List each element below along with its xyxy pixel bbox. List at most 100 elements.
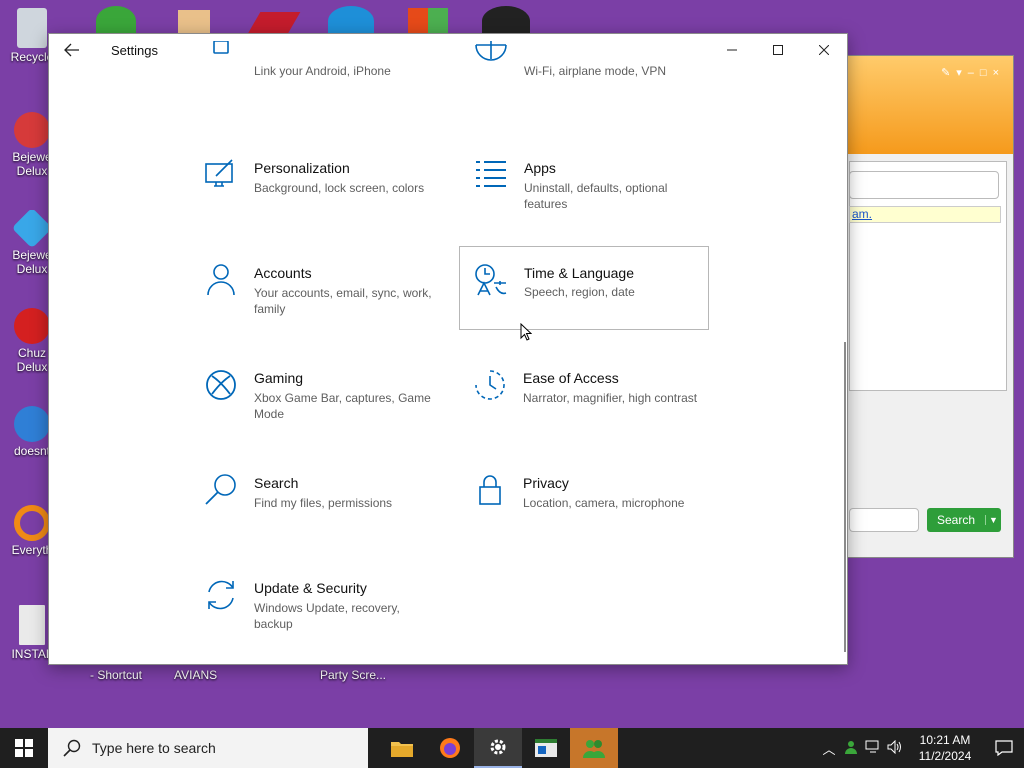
users-icon[interactable] bbox=[96, 6, 136, 36]
tile-description: Speech, region, date bbox=[524, 285, 635, 299]
app-icon[interactable] bbox=[247, 12, 301, 34]
taskbar-search-box[interactable]: Type here to search bbox=[48, 728, 368, 768]
tile-description: Location, camera, microphone bbox=[523, 496, 685, 510]
taskbar-app[interactable] bbox=[522, 728, 570, 768]
text-file-icon bbox=[19, 605, 45, 645]
folder-icon bbox=[391, 742, 413, 757]
desktop-icon-label: Everyth bbox=[11, 543, 53, 557]
back-button[interactable] bbox=[49, 34, 95, 66]
search-icon bbox=[204, 473, 238, 507]
personalization-icon bbox=[204, 158, 238, 192]
scrollbar[interactable] bbox=[844, 342, 846, 652]
globe-icon bbox=[474, 41, 508, 75]
tile-privacy[interactable]: Privacy Location, camera, microphone bbox=[459, 463, 709, 547]
tile-description: Windows Update, recovery, backup bbox=[254, 601, 400, 631]
network-icon[interactable] bbox=[862, 740, 884, 757]
ease-of-access-icon bbox=[473, 368, 507, 402]
window-app-icon bbox=[535, 739, 557, 757]
volume-icon[interactable] bbox=[884, 739, 906, 757]
tile-title: Accounts bbox=[254, 265, 312, 281]
tile-network[interactable]: Wi-Fi, airplane mode, VPN bbox=[460, 34, 710, 115]
firefox-icon bbox=[440, 738, 460, 758]
tile-description: Xbox Game Bar, captures, Game Mode bbox=[254, 391, 431, 421]
tile-accounts[interactable]: Accounts Your accounts, email, sync, wor… bbox=[190, 253, 440, 337]
chuzzle-icon bbox=[14, 308, 50, 344]
minimize-button[interactable] bbox=[709, 34, 755, 66]
tile-title: Gaming bbox=[254, 370, 304, 386]
taskbar: Type here to search ︿ 10:21 AM 11/2/2024 bbox=[0, 728, 1024, 768]
tile-title: Time & Language bbox=[524, 265, 634, 281]
bejeweled-icon bbox=[14, 112, 50, 148]
tile-title: Ease of Access bbox=[523, 370, 619, 386]
app-search-input[interactable] bbox=[849, 508, 919, 532]
tile-description: Link your Android, iPhone bbox=[254, 64, 391, 78]
window-controls[interactable]: ✎▾–□× bbox=[941, 66, 1005, 79]
recycle-bin-icon bbox=[17, 8, 47, 48]
desktop-icon-label: Chuz Delux bbox=[16, 346, 48, 374]
tile-update-security[interactable]: Update & Security Windows Update, recove… bbox=[190, 568, 440, 652]
system-tray: ︿ 10:21 AM 11/2/2024 bbox=[818, 728, 1024, 768]
desktop-icon-label: AVIANS bbox=[174, 668, 218, 682]
arrow-left-icon bbox=[64, 43, 79, 57]
tile-gaming[interactable]: Gaming Xbox Game Bar, captures, Game Mod… bbox=[190, 358, 440, 442]
close-button[interactable] bbox=[801, 34, 847, 66]
tile-description: Wi-Fi, airplane mode, VPN bbox=[524, 64, 667, 78]
users-icon bbox=[583, 740, 605, 758]
close-icon bbox=[819, 45, 829, 55]
taskbar-users-app[interactable] bbox=[570, 728, 618, 768]
taskbar-firefox[interactable] bbox=[426, 728, 474, 768]
start-button[interactable] bbox=[0, 728, 48, 768]
window-title: Settings bbox=[111, 42, 158, 58]
maximize-button[interactable] bbox=[755, 34, 801, 66]
edge-icon[interactable] bbox=[328, 6, 374, 36]
chevron-up-icon[interactable]: ︿ bbox=[818, 739, 840, 758]
background-app-window[interactable]: ✎▾–□× am. Search ▼ bbox=[842, 55, 1014, 558]
users-tray-icon[interactable] bbox=[840, 740, 862, 757]
clock-time: 10:21 AM bbox=[919, 733, 971, 747]
clock[interactable]: 10:21 AM 11/2/2024 bbox=[906, 732, 984, 764]
taskbar-file-explorer[interactable] bbox=[378, 728, 426, 768]
everything-search-icon bbox=[14, 505, 50, 541]
desktop-icon-label: doesnt bbox=[13, 444, 51, 458]
refresh-icon bbox=[204, 578, 238, 612]
desktop-icon-label: Recycle bbox=[10, 50, 54, 64]
tile-description: Background, lock screen, colors bbox=[254, 181, 425, 195]
tile-phone[interactable]: Link your Android, iPhone bbox=[190, 34, 440, 115]
lock-icon bbox=[473, 473, 507, 507]
app-input[interactable] bbox=[849, 171, 999, 199]
app-icon[interactable] bbox=[408, 8, 448, 36]
desktop-icon-label: INSTAL bbox=[11, 647, 53, 661]
app-link[interactable]: am. bbox=[849, 206, 1001, 223]
app-icon bbox=[14, 406, 50, 442]
desktop-icon-label: Bejewe Delux bbox=[12, 150, 52, 178]
tile-search[interactable]: Search Find my files, permissions bbox=[190, 463, 440, 547]
search-placeholder: Type here to search bbox=[92, 740, 216, 756]
tile-ease-of-access[interactable]: Ease of Access Narrator, magnifier, high… bbox=[459, 358, 709, 442]
notification-icon bbox=[995, 740, 1013, 756]
mouse-cursor-icon bbox=[520, 323, 532, 341]
tile-title: Privacy bbox=[523, 475, 569, 491]
desktop-icon-label: - Shortcut bbox=[90, 668, 143, 682]
person-icon bbox=[204, 263, 238, 297]
time-language-icon bbox=[474, 263, 508, 297]
xbox-icon bbox=[204, 368, 238, 402]
chevron-down-icon[interactable]: ▼ bbox=[985, 515, 1001, 525]
tile-personalization[interactable]: Personalization Background, lock screen,… bbox=[190, 148, 440, 232]
notifications-button[interactable] bbox=[984, 740, 1024, 756]
apps-icon bbox=[474, 158, 508, 192]
phone-icon bbox=[204, 40, 238, 75]
tile-apps[interactable]: Apps Uninstall, defaults, optional featu… bbox=[460, 148, 710, 232]
desktop-icon-label: Party Scre... bbox=[320, 668, 387, 682]
tile-description: Your accounts, email, sync, work, family bbox=[254, 286, 432, 316]
search-button-label: Search bbox=[936, 513, 976, 527]
gear-icon bbox=[490, 739, 506, 755]
app-icon[interactable] bbox=[482, 6, 530, 36]
tile-title: Apps bbox=[524, 160, 556, 176]
tile-time-language[interactable]: Time & Language Speech, region, date bbox=[459, 246, 709, 330]
search-icon bbox=[63, 739, 81, 757]
app-search-button[interactable]: Search ▼ bbox=[927, 508, 1001, 532]
tile-description: Uninstall, defaults, optional features bbox=[524, 181, 668, 211]
taskbar-settings[interactable] bbox=[474, 728, 522, 768]
desktop-icon-label: Bejewe Delux bbox=[12, 248, 52, 276]
window-controls bbox=[709, 34, 847, 66]
